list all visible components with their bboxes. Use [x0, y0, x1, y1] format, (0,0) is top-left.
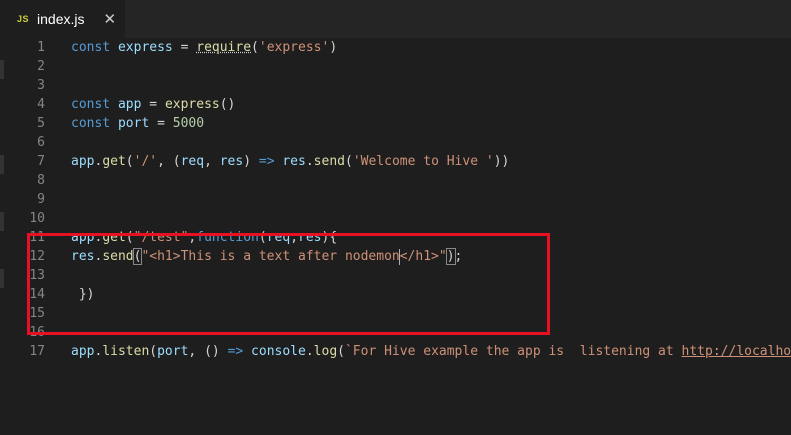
code-token: , — [204, 154, 220, 169]
code-line[interactable]: 2 — [0, 57, 791, 76]
code-token: , ( — [157, 154, 181, 169]
code-token: => — [258, 154, 275, 169]
code-token: res — [219, 154, 244, 169]
tab-index-js[interactable]: JS index.js ✕ — [0, 0, 125, 38]
code-editor[interactable]: 1 const express = require('express') 2 3 4 co… — [0, 38, 791, 435]
code-token: ( — [149, 344, 158, 359]
code-line[interactable]: 8 — [0, 171, 791, 190]
line-number: 1 — [37, 40, 45, 55]
code-token: app — [71, 154, 95, 169]
code-token: `For Hive example the app is listening a… — [344, 344, 682, 359]
code-text: app.listen(port, () => console.log(`For … — [71, 342, 791, 361]
red-highlight-box — [27, 233, 550, 335]
code-token: require — [196, 40, 252, 55]
code-token: () — [219, 97, 236, 112]
code-token: http://localhost — [681, 344, 791, 359]
code-token: res — [282, 154, 306, 169]
code-line[interactable]: 5 const port = 5000 — [0, 114, 791, 133]
code-line[interactable]: 3 — [0, 76, 791, 95]
code-token: get — [102, 154, 126, 169]
code-line[interactable]: 9 — [0, 190, 791, 209]
tab-filename: index.js — [37, 11, 85, 27]
code-token: '/' — [133, 154, 158, 169]
code-token: port — [157, 344, 189, 359]
code-text: const app = express() — [71, 95, 235, 114]
code-text: const express = require('express') — [71, 38, 337, 57]
code-token: => — [227, 344, 244, 359]
code-token: ( — [125, 154, 134, 169]
line-number: 17 — [29, 344, 45, 359]
code-token: send — [313, 154, 345, 169]
code-line[interactable]: 4 const app = express() — [0, 95, 791, 114]
code-token: 5000 — [172, 116, 205, 131]
javascript-file-icon: JS — [17, 14, 30, 24]
line-number: 4 — [37, 97, 45, 112]
close-icon[interactable]: ✕ — [103, 11, 116, 27]
code-line[interactable]: 1 const express = require('express') — [0, 38, 791, 57]
code-token: const — [71, 40, 118, 55]
code-token: ) — [243, 154, 259, 169]
line-number: 9 — [37, 192, 45, 207]
line-number: 3 — [37, 78, 45, 93]
code-token: 'express' — [258, 40, 330, 55]
code-token: console — [251, 344, 306, 359]
code-token: , () — [188, 344, 228, 359]
code-token: app — [71, 344, 95, 359]
line-number: 7 — [37, 154, 45, 169]
code-token: app — [117, 97, 142, 112]
code-token: )) — [493, 154, 510, 169]
code-line[interactable]: 17 app.listen(port, () => console.log(`Fo… — [0, 342, 791, 361]
code-token: listen — [102, 344, 150, 359]
code-text: app.get('/', (req, res) => res.send('Wel… — [71, 152, 509, 171]
code-token: ( — [251, 40, 259, 55]
code-token: ( — [337, 344, 345, 359]
code-line[interactable]: 10 — [0, 209, 791, 228]
code-token: ) — [329, 40, 338, 55]
code-token: = — [172, 40, 197, 55]
line-number: 6 — [37, 135, 45, 150]
tab-bar: JS index.js ✕ — [0, 0, 791, 38]
code-token: = — [141, 97, 165, 112]
line-number: 2 — [37, 59, 45, 74]
code-token: . — [305, 344, 314, 359]
code-token: . — [305, 154, 314, 169]
code-line[interactable]: 6 — [0, 133, 791, 152]
code-token: const — [71, 116, 118, 131]
code-line[interactable]: 7 app.get('/', (req, res) => res.send('We… — [0, 152, 791, 171]
code-token: ( — [344, 154, 353, 169]
code-token: req — [180, 154, 205, 169]
code-token: express — [117, 40, 173, 55]
code-token: port — [117, 116, 150, 131]
code-token: const — [71, 97, 118, 112]
code-text: const port = 5000 — [71, 114, 204, 133]
code-token: = — [149, 116, 173, 131]
line-number: 5 — [37, 116, 45, 131]
code-token: 'Welcome to Hive ' — [352, 154, 494, 169]
line-number: 8 — [37, 173, 45, 188]
line-number: 10 — [29, 211, 45, 226]
code-token: express — [164, 97, 220, 112]
code-token: log — [313, 344, 338, 359]
